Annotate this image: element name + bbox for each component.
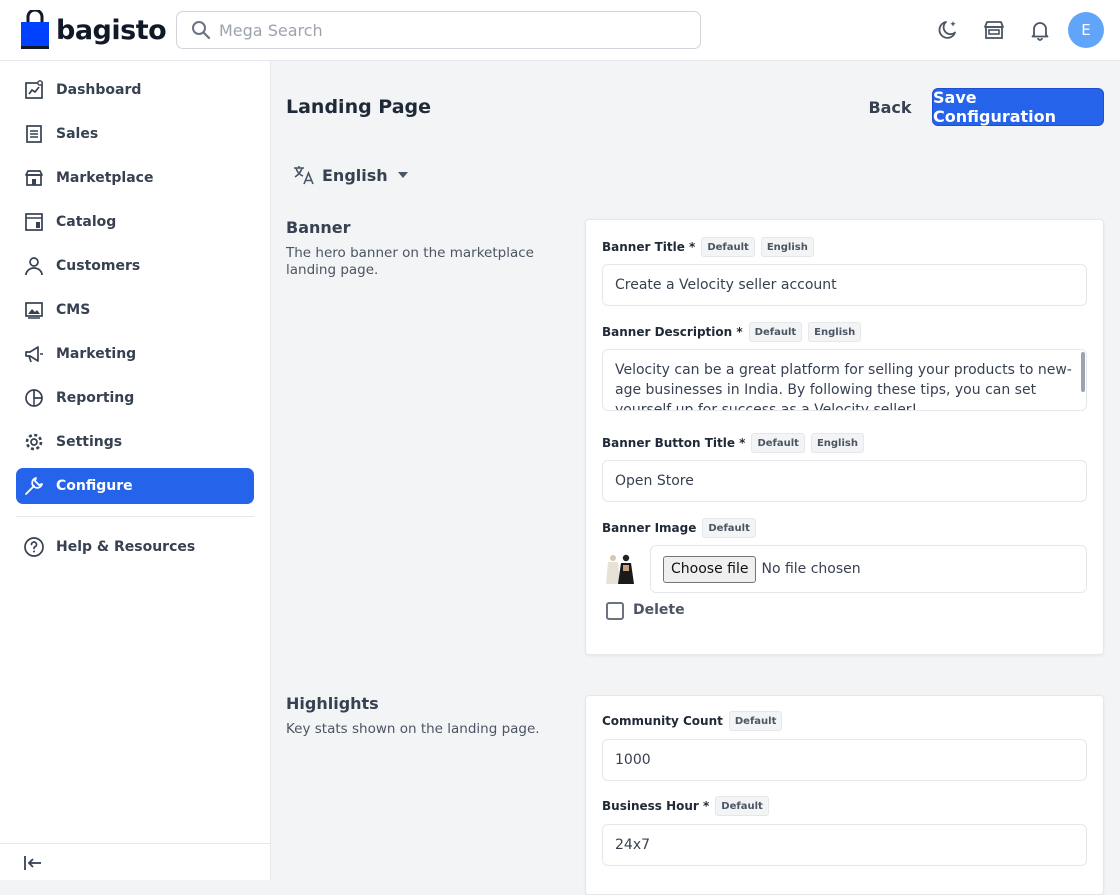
user-avatar[interactable]: E	[1068, 12, 1104, 48]
brand-logo[interactable]: bagisto	[20, 10, 167, 50]
sidebar-item-label: Configure	[56, 478, 133, 494]
search-input[interactable]	[219, 20, 679, 40]
banner-title-label: Banner Title * Default English	[602, 237, 814, 257]
notifications-button[interactable]	[1027, 17, 1053, 43]
megaphone-icon	[23, 343, 45, 365]
field-label-text: Community Count	[602, 714, 723, 728]
sidebar-item-label: Customers	[56, 258, 141, 274]
brand-name: bagisto	[56, 14, 167, 46]
sidebar-item-label: Reporting	[56, 390, 135, 406]
top-header: bagisto E	[0, 0, 1120, 61]
dashboard-icon	[23, 79, 45, 101]
default-badge: Default	[751, 433, 805, 453]
banner-card: Banner Title * Default English Create a …	[585, 219, 1104, 655]
store-icon	[984, 21, 1004, 39]
field-label-text: Business Hour *	[602, 799, 710, 813]
banner-image-label: Banner Image Default	[602, 518, 756, 538]
default-badge: Default	[748, 322, 803, 342]
sidebar-item-label: Marketing	[56, 346, 137, 362]
mega-search-box[interactable]	[176, 11, 701, 49]
banner-description-label: Banner Description * Default English	[602, 322, 862, 342]
default-badge: Default	[702, 518, 756, 538]
banner-button-title-input[interactable]: Open Store	[602, 460, 1087, 502]
sidebar-divider	[16, 516, 254, 517]
locale-label: English	[322, 165, 388, 185]
sidebar-item-dashboard[interactable]: Dashboard	[16, 72, 254, 108]
highlights-section-title: Highlights	[286, 694, 379, 713]
banner-section-title: Banner	[286, 218, 351, 237]
user-icon	[23, 255, 45, 277]
sidebar-item-label: Sales	[56, 126, 99, 142]
visit-shop-button[interactable]	[981, 17, 1007, 43]
dark-mode-toggle[interactable]	[935, 17, 961, 43]
textarea-value: Velocity can be a great platform for sel…	[615, 362, 1072, 411]
page-title: Landing Page	[286, 96, 432, 118]
choose-file-button[interactable]: Choose file	[663, 555, 757, 583]
bell-icon	[1031, 22, 1049, 41]
locale-badge: English	[760, 237, 814, 257]
sidebar-item-reporting[interactable]: Reporting	[16, 380, 254, 416]
sidebar-item-label: CMS	[56, 302, 91, 318]
delete-image-label[interactable]: Delete	[633, 602, 685, 618]
field-label-text: Banner Image	[602, 521, 697, 535]
highlights-card: Community Count Default 1000 Business Ho…	[585, 695, 1104, 895]
sidebar-footer	[0, 843, 270, 880]
banner-description-textarea[interactable]: Velocity can be a great platform for sel…	[602, 349, 1087, 411]
locale-badge: English	[810, 433, 864, 453]
sidebar: Dashboard Sales Marketplace Catalog Cust…	[0, 61, 271, 880]
sidebar-item-label: Settings	[56, 434, 123, 450]
back-button[interactable]: Back	[858, 88, 922, 126]
wrench-icon	[23, 475, 45, 497]
sidebar-item-catalog[interactable]: Catalog	[16, 204, 254, 240]
save-configuration-button[interactable]: Save Configuration	[932, 88, 1104, 126]
sidebar-item-settings[interactable]: Settings	[16, 424, 254, 460]
search-icon	[192, 21, 211, 40]
default-badge: Default	[715, 796, 769, 816]
sidebar-item-help[interactable]: Help & Resources	[16, 529, 254, 565]
file-status-text: No file chosen	[761, 561, 861, 577]
sidebar-item-label: Dashboard	[56, 82, 142, 98]
chevron-down-icon	[397, 172, 408, 178]
store-icon	[23, 167, 45, 189]
banner-section-description: The hero banner on the marketplace landi…	[286, 245, 534, 278]
sidebar-item-configure[interactable]: Configure	[16, 468, 254, 504]
business-hour-label: Business Hour * Default	[602, 796, 769, 816]
sidebar-item-marketplace[interactable]: Marketplace	[16, 160, 254, 196]
field-label-text: Banner Title *	[602, 240, 696, 254]
moon-icon	[938, 21, 956, 39]
sidebar-item-label: Marketplace	[56, 170, 154, 186]
field-label-text: Banner Description *	[602, 325, 743, 339]
collapse-sidebar-icon[interactable]	[22, 852, 44, 874]
sidebar-item-customers[interactable]: Customers	[16, 248, 254, 284]
highlights-section-description: Key stats shown on the landing page.	[286, 721, 540, 737]
sidebar-item-label: Catalog	[56, 214, 117, 230]
community-count-input[interactable]: 1000	[602, 739, 1087, 781]
image-icon	[23, 299, 45, 321]
default-badge: Default	[728, 711, 783, 731]
field-label-text: Banner Button Title *	[602, 436, 746, 450]
banner-button-title-label: Banner Button Title * Default English	[602, 433, 864, 453]
receipt-icon	[23, 123, 45, 145]
sidebar-item-label: Help & Resources	[56, 539, 196, 555]
gear-icon	[23, 431, 45, 453]
shopping-bag-icon	[21, 10, 49, 49]
banner-title-input[interactable]: Create a Velocity seller account	[602, 264, 1087, 306]
sidebar-item-marketing[interactable]: Marketing	[16, 336, 254, 372]
default-badge: Default	[701, 237, 755, 257]
sidebar-item-sales[interactable]: Sales	[16, 116, 254, 152]
sidebar-item-cms[interactable]: CMS	[16, 292, 254, 328]
locale-switcher[interactable]: English	[292, 162, 408, 188]
banner-image-file-input[interactable]: Choose file No file chosen	[650, 545, 1087, 593]
textarea-scrollbar[interactable]	[1081, 352, 1085, 392]
locale-badge: English	[808, 322, 862, 342]
community-count-label: Community Count Default	[602, 711, 783, 731]
business-hour-input[interactable]: 24x7	[602, 824, 1087, 866]
catalog-icon	[23, 211, 45, 233]
pie-chart-icon	[23, 387, 45, 409]
help-icon	[23, 536, 45, 558]
delete-image-checkbox[interactable]	[606, 602, 624, 620]
banner-image-thumbnail[interactable]	[602, 550, 638, 586]
translate-icon	[294, 166, 314, 185]
